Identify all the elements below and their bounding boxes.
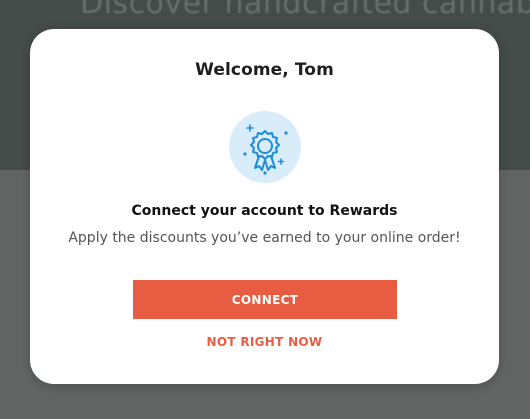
modal-title: Welcome, Tom: [195, 60, 334, 80]
connect-button[interactable]: CONNECT: [133, 280, 397, 319]
rewards-modal: Welcome, Tom Connect your account to Rew…: [30, 29, 499, 384]
app-viewport: Discover handcrafted cannabis from our p…: [0, 0, 530, 419]
award-ribbon-icon: [243, 124, 288, 175]
modal-heading: Connect your account to Rewards: [131, 203, 398, 219]
not-right-now-link[interactable]: NOT RIGHT NOW: [30, 335, 499, 349]
modal-subtext: Apply the discounts you’ve earned to you…: [68, 230, 461, 246]
award-badge: [229, 111, 301, 183]
